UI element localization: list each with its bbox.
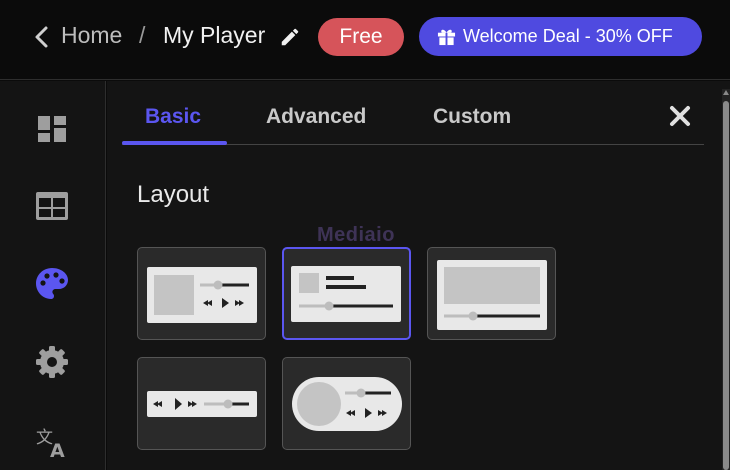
- welcome-deal-button[interactable]: Welcome Deal - 30% OFF: [419, 17, 702, 56]
- layout-2-preview: [291, 266, 401, 322]
- section-title: Layout: [137, 181, 210, 208]
- translate-icon[interactable]: 文 A: [34, 423, 70, 459]
- layout-option-4[interactable]: [137, 357, 266, 450]
- welcome-deal-label: Welcome Deal - 30% OFF: [463, 26, 673, 46]
- layout-3-preview: [437, 260, 547, 330]
- palette-icon[interactable]: [34, 266, 70, 302]
- page-title: My Player: [163, 22, 266, 48]
- sidebar: 文 A: [0, 81, 106, 470]
- gear-icon[interactable]: [34, 344, 70, 380]
- layout-option-3[interactable]: [427, 247, 556, 340]
- layout-5-preview: [292, 377, 402, 431]
- active-tab-indicator: [122, 141, 227, 145]
- scrollbar-thumb[interactable]: [723, 101, 729, 470]
- layout-1-preview: [147, 267, 257, 323]
- breadcrumb-home[interactable]: Home: [61, 22, 122, 49]
- layout-option-2[interactable]: [282, 247, 411, 340]
- top-bar: Home / My Player Free Welcome Deal - 30%…: [0, 0, 730, 80]
- tab-basic[interactable]: Basic: [145, 105, 201, 129]
- settings-panel: Basic Advanced Custom Layout Mediaio: [107, 81, 730, 470]
- close-icon[interactable]: [667, 103, 693, 129]
- scrollbar[interactable]: [722, 89, 730, 470]
- layout-4-preview: [147, 391, 257, 417]
- tab-advanced[interactable]: Advanced: [266, 105, 366, 129]
- gift-icon: [437, 29, 456, 46]
- scroll-up-arrow-icon[interactable]: [722, 89, 730, 97]
- dashboard-icon[interactable]: [34, 111, 70, 147]
- table-icon[interactable]: [34, 188, 70, 224]
- layout-option-1[interactable]: [137, 247, 266, 340]
- plan-badge: Free: [318, 18, 404, 56]
- tab-custom[interactable]: Custom: [433, 105, 511, 129]
- watermark: Mediaio: [317, 224, 395, 246]
- breadcrumb-separator: /: [139, 22, 146, 48]
- chevron-left-icon[interactable]: [30, 24, 54, 50]
- pencil-icon[interactable]: [279, 26, 301, 48]
- layout-option-5[interactable]: [282, 357, 411, 450]
- svg-text:A: A: [50, 440, 65, 459]
